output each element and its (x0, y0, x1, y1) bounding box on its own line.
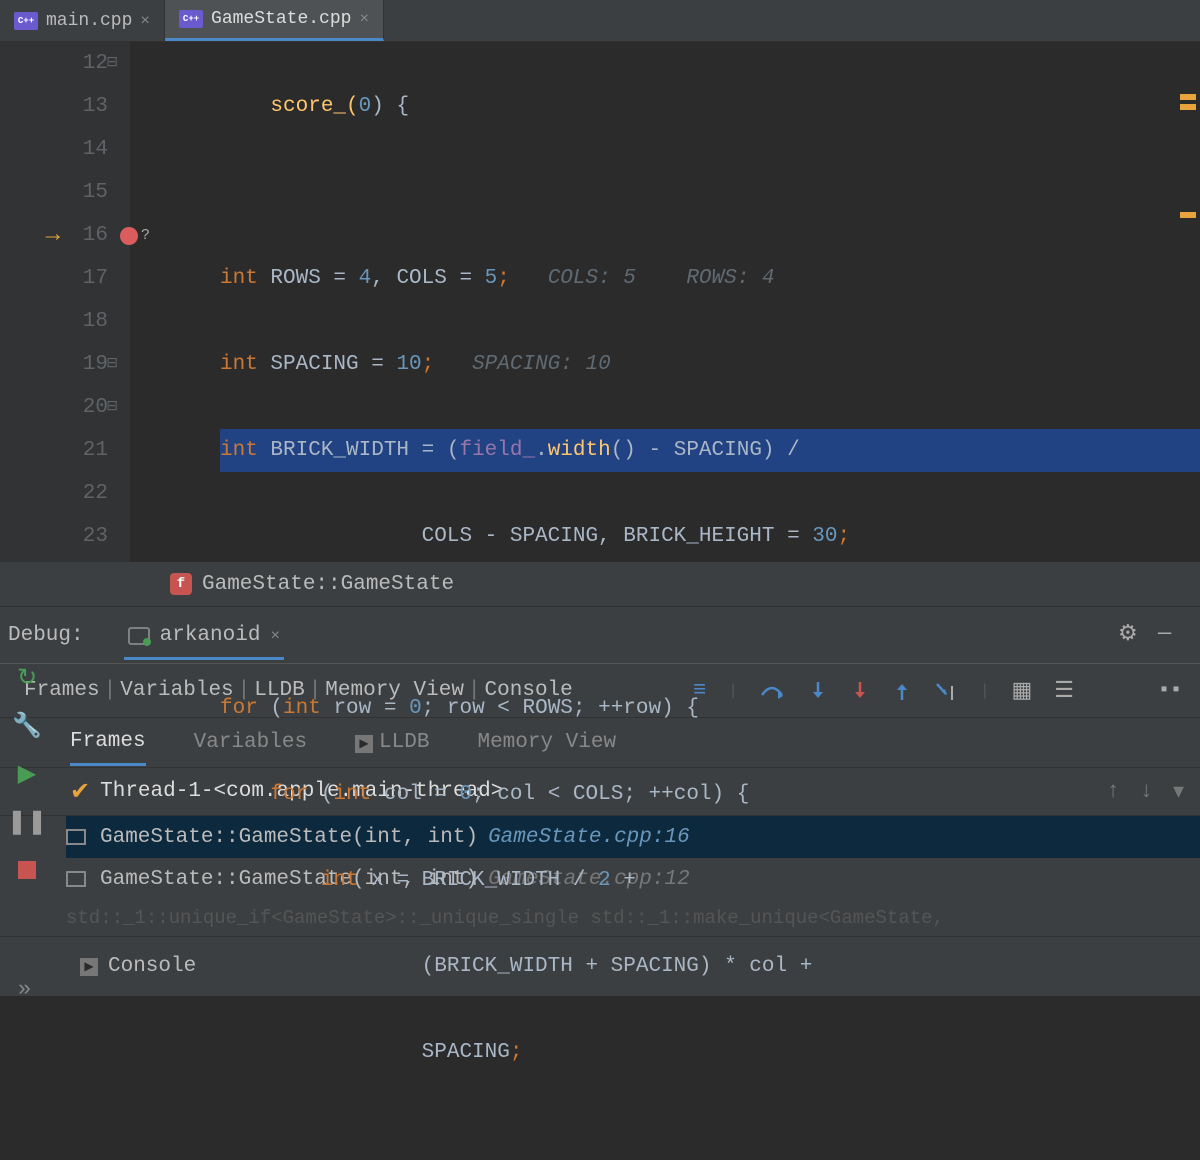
wrench-icon[interactable]: 🔧 (13, 712, 41, 740)
code-editor[interactable]: ⊟12 13 14 15 16? 17 18 ⊟19 ⊟20 21 22 23 … (0, 42, 1200, 562)
tab-gamestate-cpp[interactable]: C++ GameState.cpp × (165, 0, 384, 41)
editor-marks (1182, 42, 1200, 562)
stop-icon[interactable] (13, 856, 41, 884)
line-number[interactable]: 15 (0, 171, 108, 214)
close-icon[interactable]: × (140, 12, 150, 30)
line-number[interactable]: 21 (0, 429, 108, 472)
debug-controls: ↻ 🔧 ▶ ❚❚ (0, 664, 54, 884)
line-number[interactable]: 14 (0, 128, 108, 171)
line-number[interactable]: 22 (0, 472, 108, 515)
tab-main-cpp[interactable]: C++ main.cpp × (0, 0, 165, 41)
expand-icon[interactable]: » (18, 977, 31, 1002)
frame-icon (66, 871, 86, 887)
breakpoint-line[interactable]: 16? (0, 214, 108, 257)
resume-icon[interactable]: ▶ (13, 760, 41, 788)
console-label: Console (108, 955, 196, 978)
editor-gutter[interactable]: ⊟12 13 14 15 16? 17 18 ⊟19 ⊟20 21 22 23 (0, 42, 130, 562)
run-config-icon (128, 627, 150, 645)
debug-label: Debug: (8, 624, 84, 647)
cpp-file-icon: C++ (14, 12, 38, 30)
line-number[interactable]: ⊟19 (0, 343, 108, 386)
function-icon: f (170, 573, 192, 595)
line-number[interactable]: 18 (0, 300, 108, 343)
line-number[interactable]: ⊟12 (0, 42, 108, 85)
close-icon[interactable]: × (359, 10, 369, 28)
crumb-variables[interactable]: Variables (120, 679, 233, 702)
line-number[interactable]: 17 (0, 257, 108, 300)
tab-frames[interactable]: Frames (70, 720, 146, 766)
line-number[interactable]: 23 (0, 515, 108, 558)
pause-icon[interactable]: ❚❚ (13, 808, 41, 836)
frame-icon (66, 829, 86, 845)
line-number[interactable]: ⊟20 (0, 386, 108, 429)
line-number[interactable]: 13 (0, 85, 108, 128)
check-icon: ✔ (70, 777, 90, 807)
tab-label: main.cpp (46, 11, 132, 31)
chevron-right-icon: ▶ (80, 958, 98, 976)
code-area[interactable]: score_(0) { int ROWS = 4, COLS = 5; COLS… (130, 42, 1200, 562)
rerun-icon[interactable]: ↻ (13, 664, 41, 692)
editor-tabs: C++ main.cpp × C++ GameState.cpp × (0, 0, 1200, 42)
tab-label: GameState.cpp (211, 9, 351, 29)
cpp-file-icon: C++ (179, 10, 203, 28)
